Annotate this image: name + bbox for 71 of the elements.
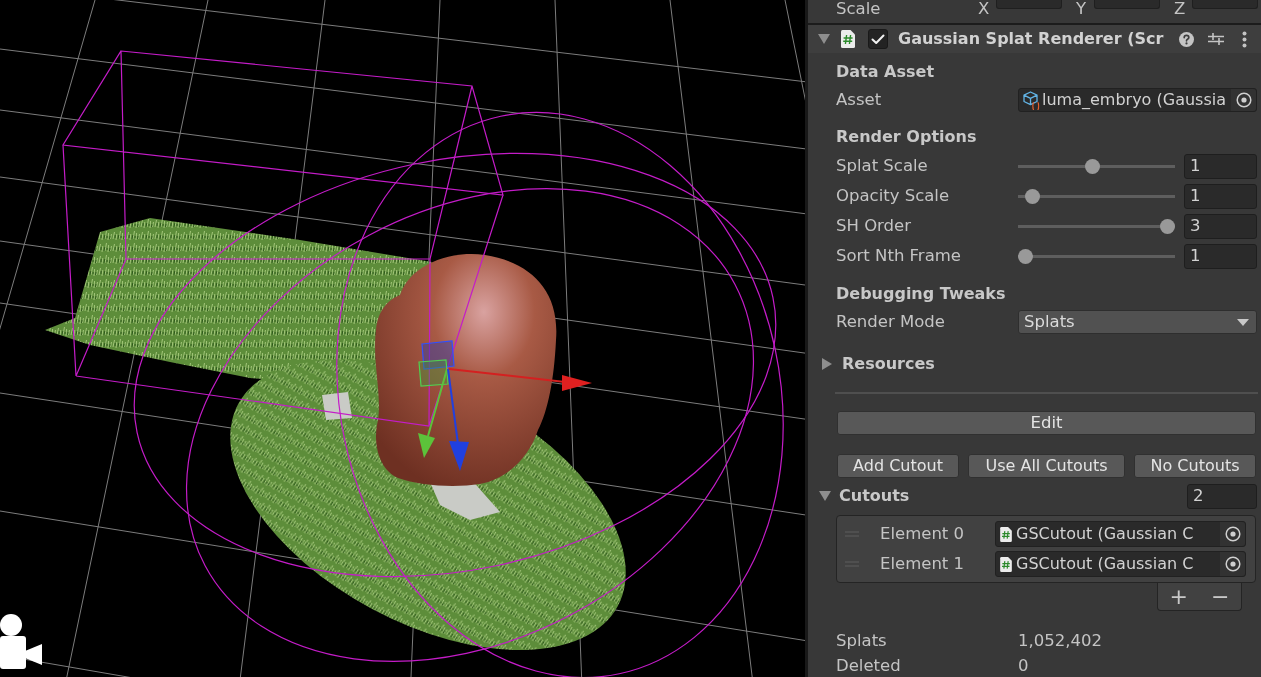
- object-field[interactable]: GSCutout (Gaussian C: [995, 551, 1246, 577]
- add-button[interactable]: +: [1166, 584, 1191, 609]
- help-icon[interactable]: [1179, 31, 1194, 47]
- picker-button[interactable]: [1220, 522, 1245, 546]
- number-field[interactable]: [1094, 0, 1160, 9]
- number-field[interactable]: 1: [1184, 153, 1257, 179]
- script-icon: [1000, 556, 1012, 572]
- dropdown[interactable]: Splats: [1018, 310, 1257, 334]
- property-label: Deleted: [836, 656, 901, 676]
- cube-icon: [1023, 90, 1040, 110]
- picker-button[interactable]: [1220, 552, 1245, 576]
- property-label: Scale: [836, 0, 882, 17]
- element-label: Element 0: [880, 524, 965, 544]
- number-field[interactable]: 2: [1187, 483, 1257, 509]
- section-title: Render Options: [836, 126, 977, 148]
- section-title: Data Asset: [836, 61, 935, 83]
- stat-value: 1,052,402: [1018, 631, 1102, 651]
- property-label: Render Mode: [836, 312, 945, 332]
- number-field[interactable]: 1: [1184, 183, 1257, 209]
- sliders-icon[interactable]: [1208, 32, 1224, 46]
- arrow-handle[interactable]: [448, 368, 592, 391]
- slider-thumb[interactable]: [1084, 158, 1100, 174]
- ellipsoid-wireframe[interactable]: [133, 112, 784, 677]
- property-label: Opacity Scale: [836, 186, 950, 206]
- property-label: Splats: [836, 631, 887, 651]
- picker-button[interactable]: [1231, 89, 1256, 111]
- property-label: Sort Nth Frame: [836, 246, 961, 266]
- arrow-handle[interactable]: [418, 368, 448, 458]
- more-menu-icon[interactable]: [1242, 30, 1247, 48]
- script-icon: [841, 30, 855, 48]
- number-field[interactable]: 1: [1184, 243, 1257, 269]
- number-field[interactable]: 3: [1184, 213, 1257, 239]
- slider-thumb[interactable]: [1018, 248, 1033, 264]
- plane-handle[interactable]: [418, 359, 449, 387]
- target-icon: [1235, 92, 1252, 108]
- object-field[interactable]: GSCutout (Gaussian C: [995, 521, 1246, 547]
- arrow-handle[interactable]: [447, 368, 469, 471]
- action-button[interactable]: Edit: [837, 411, 1256, 435]
- slider-thumb[interactable]: [1025, 188, 1041, 204]
- camera-icon: [0, 614, 42, 669]
- scene-viewport[interactable]: [0, 0, 805, 677]
- action-button[interactable]: Add Cutout: [837, 454, 959, 478]
- axis-label: Z: [1174, 0, 1187, 17]
- number-field[interactable]: [996, 0, 1062, 9]
- component-title: Gaussian Splat Renderer (Scr: [898, 29, 1164, 49]
- object-field[interactable]: luma_embryo (Gaussia: [1018, 88, 1257, 112]
- element-label: Element 1: [880, 554, 965, 574]
- property-label: SH Order: [836, 216, 911, 236]
- action-button[interactable]: Use All Cutouts: [968, 454, 1125, 478]
- caret-down-icon: [1237, 318, 1249, 326]
- property-label: Splat Scale: [836, 156, 928, 176]
- statue-drawing[interactable]: [375, 254, 557, 486]
- axis-label: Y: [1076, 0, 1088, 17]
- foldout-header[interactable]: Cutouts: [819, 482, 910, 510]
- number-field[interactable]: [1192, 0, 1258, 9]
- axis-label: X: [978, 0, 991, 17]
- target-icon: [1224, 526, 1241, 542]
- foldout-arrow-icon[interactable]: [818, 34, 830, 44]
- slider-thumb[interactable]: [1160, 218, 1175, 234]
- box-wireframe[interactable]: [62, 50, 504, 427]
- checkmark-icon: [871, 33, 885, 45]
- remove-button[interactable]: −: [1208, 584, 1233, 609]
- stat-value: 0: [1018, 656, 1029, 676]
- enabled-checkbox[interactable]: [868, 29, 888, 49]
- property-label: Asset: [836, 90, 882, 110]
- plane-handle[interactable]: [421, 340, 455, 370]
- target-icon: [1224, 556, 1241, 572]
- section-title: Debugging Tweaks: [836, 283, 1006, 305]
- foldout-header[interactable]: Resources: [822, 350, 935, 378]
- action-button[interactable]: No Cutouts: [1134, 454, 1256, 478]
- script-icon: [1000, 526, 1012, 542]
